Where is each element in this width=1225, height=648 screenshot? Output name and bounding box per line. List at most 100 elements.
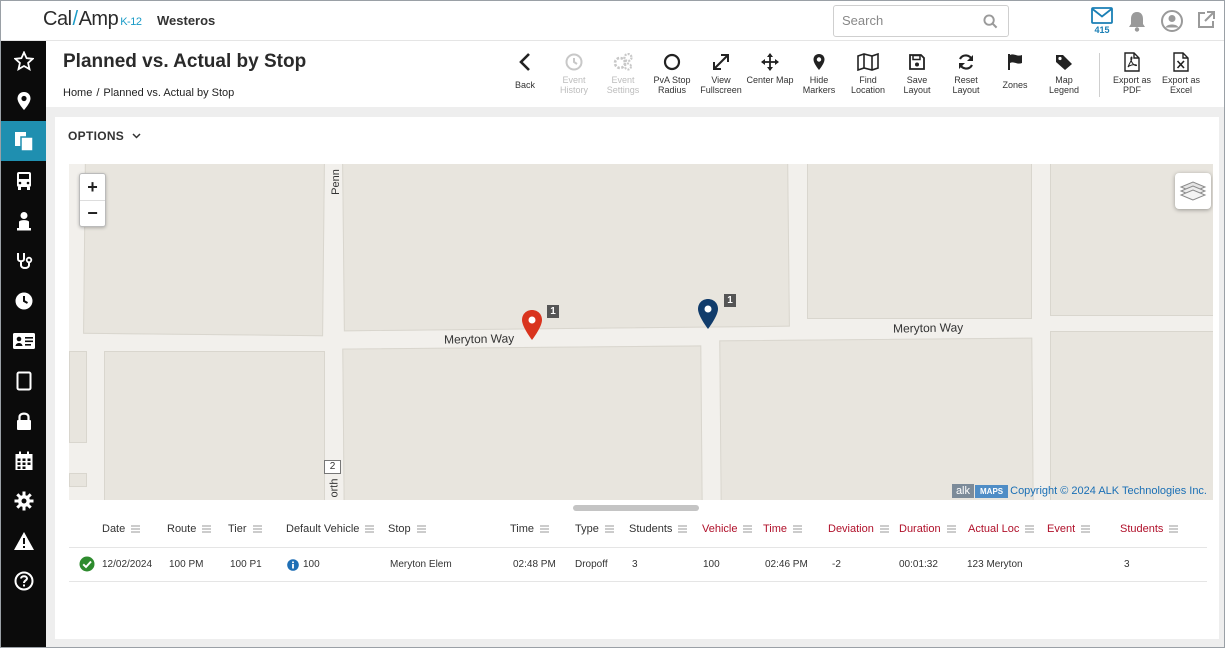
pdf-file-icon <box>1124 52 1140 72</box>
info-icon[interactable] <box>287 559 299 571</box>
column-menu-icon[interactable] <box>1169 525 1179 533</box>
column-label: Tier <box>228 523 247 535</box>
column-menu-icon[interactable] <box>540 525 550 533</box>
sidebar-item-students[interactable] <box>1 201 46 241</box>
sidebar-item-security[interactable] <box>1 401 46 441</box>
horizontal-scrollbar[interactable] <box>573 505 699 511</box>
map-block <box>69 351 87 443</box>
main-content: Planned vs. Actual by Stop Home / Planned … <box>46 41 1224 647</box>
search-icon[interactable] <box>983 14 998 34</box>
column-header-event[interactable]: Event <box>1047 523 1091 535</box>
column-header-actual-students[interactable]: Students <box>1120 523 1179 535</box>
column-label: Date <box>102 523 126 535</box>
folded-map-icon <box>857 53 879 71</box>
column-label: Type <box>575 523 599 535</box>
external-link-icon[interactable] <box>1196 10 1216 35</box>
column-menu-icon[interactable] <box>252 525 262 533</box>
sidebar-item-health[interactable] <box>1 241 46 281</box>
user-avatar-icon[interactable] <box>1161 10 1183 37</box>
sidebar-item-reports[interactable] <box>1 121 46 161</box>
map-view[interactable]: Meryton Way Meryton Way Penn orth 2 + − … <box>69 164 1213 500</box>
column-header-students[interactable]: Students <box>629 523 688 535</box>
save-layout-button[interactable]: Save Layout <box>892 51 942 95</box>
column-header-route[interactable]: Route <box>167 523 212 535</box>
column-header-tier[interactable]: Tier <box>228 523 262 535</box>
column-menu-icon[interactable] <box>604 525 614 533</box>
column-menu-icon[interactable] <box>202 525 212 533</box>
cell-actual-time: 02:46 PM <box>765 559 808 570</box>
sidebar-item-map[interactable] <box>1 81 46 121</box>
options-toggle[interactable]: OPTIONS <box>68 129 141 143</box>
column-menu-icon[interactable] <box>1081 525 1091 533</box>
column-menu-icon[interactable] <box>365 525 375 533</box>
event-settings-label: Event Settings <box>606 75 640 95</box>
column-header-deviation[interactable]: Deviation <box>828 523 889 535</box>
column-header-type[interactable]: Type <box>575 523 614 535</box>
zoom-in-button[interactable]: + <box>80 174 105 200</box>
hide-markers-button[interactable]: Hide Markers <box>794 51 844 95</box>
column-header-stop[interactable]: Stop <box>388 523 426 535</box>
breadcrumb-home[interactable]: Home <box>63 87 92 99</box>
bell-icon[interactable] <box>1127 10 1147 37</box>
column-menu-icon[interactable] <box>946 525 956 533</box>
export-pdf-button[interactable]: Export as PDF <box>1107 51 1157 95</box>
map-attribution: alk MAPS Copyright © 2024 ALK Technologi… <box>951 484 1207 498</box>
column-menu-icon[interactable] <box>416 525 426 533</box>
map-pin-icon <box>17 92 30 110</box>
pva-stop-radius-button[interactable]: PvA Stop Radius <box>647 51 697 95</box>
actual-stop-marker[interactable] <box>697 298 719 330</box>
map-block <box>342 164 790 332</box>
sidebar-item-calendar[interactable] <box>1 441 46 481</box>
column-menu-icon[interactable] <box>879 525 889 533</box>
column-header-actual-time[interactable]: Time <box>763 523 803 535</box>
export-excel-button[interactable]: Export as Excel <box>1156 51 1206 95</box>
sidebar-item-favorites[interactable] <box>1 41 46 81</box>
table-row[interactable]: 12/02/2024 100 PM 100 P1 100 Meryton Ele… <box>69 547 1207 582</box>
sidebar-item-time[interactable] <box>1 281 46 321</box>
sidebar-item-bus[interactable] <box>1 161 46 201</box>
hide-markers-label: Hide Markers <box>802 75 836 95</box>
planned-stop-marker[interactable] <box>521 309 543 341</box>
layers-icon <box>1179 181 1207 201</box>
search-input[interactable] <box>842 13 982 28</box>
map-layers-button[interactable] <box>1175 173 1211 209</box>
back-button[interactable]: Back <box>500 51 550 90</box>
sidebar-item-help[interactable] <box>1 561 46 601</box>
column-header-default-vehicle[interactable]: Default Vehicle <box>286 523 375 535</box>
find-location-button[interactable]: Find Location <box>843 51 893 95</box>
column-header-time[interactable]: Time <box>510 523 550 535</box>
check-circle-icon <box>79 556 95 572</box>
page-title: Planned vs. Actual by Stop <box>63 51 307 72</box>
event-settings-button[interactable]: Event Settings <box>598 51 648 95</box>
cell-actual-students: 3 <box>1124 559 1130 570</box>
column-header-duration[interactable]: Duration <box>899 523 956 535</box>
center-map-button[interactable]: Center Map <box>745 51 795 85</box>
column-menu-icon[interactable] <box>678 525 688 533</box>
sidebar-item-id-cards[interactable] <box>1 321 46 361</box>
column-label: Actual Loc <box>968 523 1020 535</box>
cell-students: 3 <box>632 559 638 570</box>
reset-layout-button[interactable]: Reset Layout <box>941 51 991 95</box>
clock-icon <box>15 292 32 310</box>
top-bar: Cal/AmpK-12 Westeros 415 <box>1 1 1224 41</box>
sidebar-item-devices[interactable] <box>1 361 46 401</box>
map-legend-button[interactable]: Map Legend <box>1039 51 1089 95</box>
column-header-date[interactable]: Date <box>102 523 141 535</box>
column-menu-icon[interactable] <box>743 525 753 533</box>
calamp-logo[interactable]: Cal / Amp K-12 <box>43 8 142 34</box>
planned-marker-count: 1 <box>547 305 559 318</box>
column-menu-icon[interactable] <box>793 525 803 533</box>
column-header-actual-loc[interactable]: Actual Loc <box>968 523 1035 535</box>
column-header-actual-vehicle[interactable]: Vehicle <box>702 523 753 535</box>
sidebar-item-alerts[interactable] <box>1 521 46 561</box>
zoom-out-button[interactable]: − <box>80 200 105 226</box>
map-block <box>69 473 87 487</box>
map-block <box>1050 331 1213 500</box>
event-history-button[interactable]: Event History <box>549 51 599 95</box>
view-fullscreen-button[interactable]: View Fullscreen <box>696 51 746 95</box>
copyright-text[interactable]: Copyright © 2024 ALK Technologies Inc. <box>1010 485 1207 497</box>
sidebar-item-settings[interactable] <box>1 481 46 521</box>
column-menu-icon[interactable] <box>1025 525 1035 533</box>
column-menu-icon[interactable] <box>131 525 141 533</box>
zones-button[interactable]: Zones <box>990 51 1040 90</box>
